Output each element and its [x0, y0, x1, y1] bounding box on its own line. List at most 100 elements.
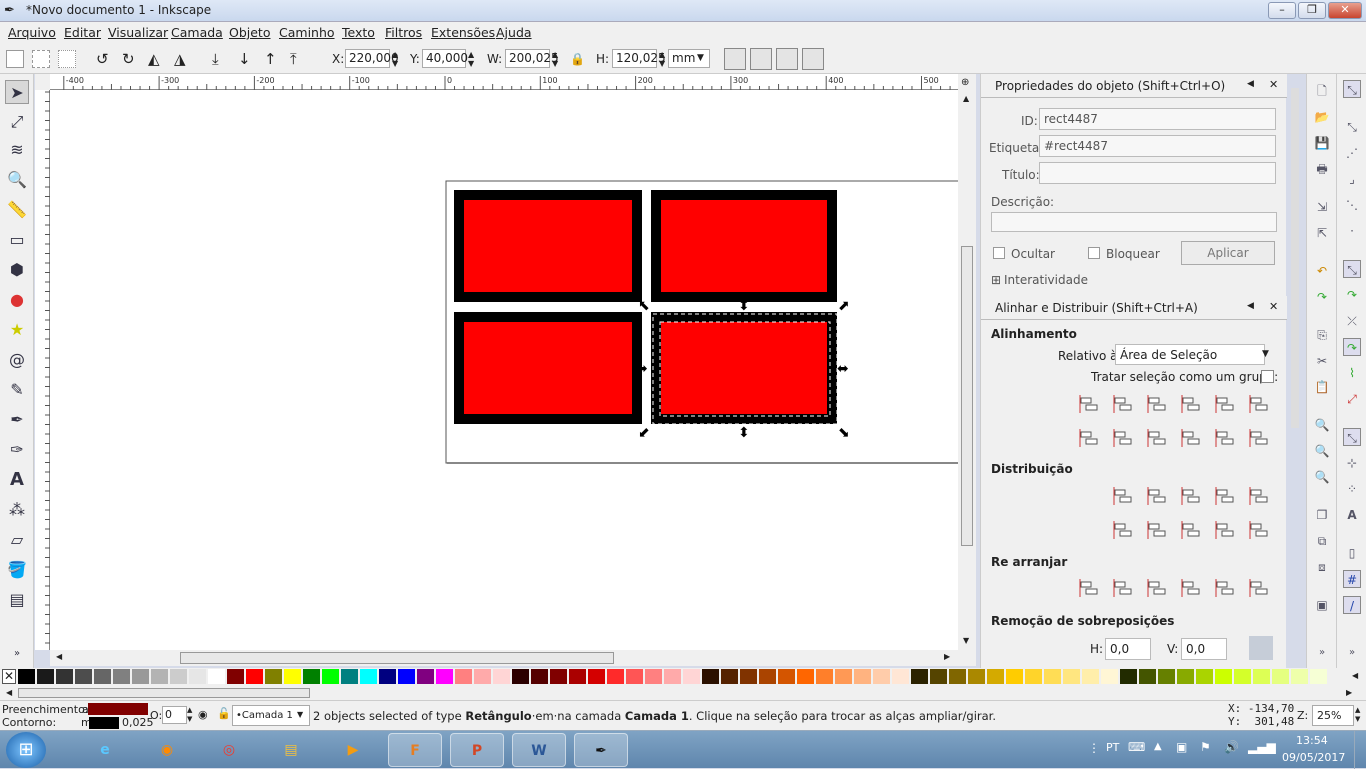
palette-swatch[interactable]	[873, 669, 890, 684]
expand-toolbox-icon[interactable]: »	[5, 642, 29, 666]
zoom-drawing-icon[interactable]: 🔍	[1313, 442, 1331, 460]
save-icon[interactable]: 💾	[1313, 134, 1331, 152]
taskbar-powerpoint[interactable]: P	[450, 733, 504, 767]
menu-visualizar[interactable]: Visualizar	[108, 25, 168, 40]
relativo-select[interactable]: Área de Seleção	[1115, 344, 1265, 365]
hscroll-thumb[interactable]	[180, 652, 614, 664]
palette-swatch[interactable]	[949, 669, 966, 684]
palette-scroll-right-icon[interactable]: ▶	[1346, 688, 1352, 697]
show-hidden-icons-icon[interactable]: ▲	[1154, 741, 1162, 752]
volume-icon[interactable]: 🔊	[1224, 740, 1239, 754]
measure-tool-icon[interactable]: 📏	[5, 198, 29, 222]
exchange-clockwise-icon[interactable]	[1179, 576, 1203, 600]
3dbox-tool-icon[interactable]: ⬢	[5, 258, 29, 282]
distribute-baseline-v-icon[interactable]	[1247, 518, 1271, 542]
distribute-gap-v-icon[interactable]	[1213, 518, 1237, 542]
palette-swatch[interactable]	[436, 669, 453, 684]
palette-swatch[interactable]	[417, 669, 434, 684]
flip-vertical-icon[interactable]: ◮	[174, 50, 192, 68]
etiqueta-field[interactable]: #rect4487	[1039, 135, 1276, 157]
palette-swatch[interactable]	[968, 669, 985, 684]
exchange-positions-icon[interactable]	[1111, 576, 1135, 600]
paste-icon[interactable]: 📋	[1313, 378, 1331, 396]
snap-toggle-icon[interactable]: ⤡	[1343, 80, 1361, 98]
palette-swatch[interactable]	[1082, 669, 1099, 684]
rect-top-left[interactable]	[454, 190, 642, 302]
rect-bottom-right[interactable]	[651, 312, 837, 424]
fill-swatch[interactable]	[88, 703, 148, 715]
duplicate-icon[interactable]: ❐	[1313, 506, 1331, 524]
snap-bbox-corner-icon[interactable]: ⌟	[1343, 170, 1361, 188]
descricao-field[interactable]	[991, 212, 1277, 232]
zoom-selection-icon[interactable]: 🔍	[1313, 416, 1331, 434]
unlink-clone-icon[interactable]: ⧈	[1313, 558, 1331, 576]
x-spin[interactable]: ▲ ▼	[392, 50, 398, 68]
palette-swatch[interactable]	[930, 669, 947, 684]
unclump-icon[interactable]	[1247, 576, 1271, 600]
keyboard-icon[interactable]: ⌨	[1128, 740, 1145, 754]
palette-swatch[interactable]	[208, 669, 225, 684]
palette-swatch[interactable]	[170, 669, 187, 684]
menu-arquivo[interactable]: Arquivo	[8, 25, 56, 40]
y-spin[interactable]: ▲ ▼	[468, 50, 474, 68]
lock-layer-icon[interactable]: 🔓	[217, 707, 231, 720]
select-all-icon[interactable]	[6, 50, 24, 68]
palette-swatch[interactable]	[664, 669, 681, 684]
palette-swatch[interactable]	[1025, 669, 1042, 684]
palette-swatch[interactable]	[360, 669, 377, 684]
snap-intersection-icon[interactable]: ⤫	[1343, 312, 1361, 330]
align-text-baseline-icon[interactable]	[1247, 392, 1271, 416]
no-paint-swatch[interactable]: ✕	[2, 669, 16, 684]
palette-swatch[interactable]	[132, 669, 149, 684]
palette-swatch[interactable]	[113, 669, 130, 684]
zoom-corner-icon[interactable]: ⊕	[961, 77, 969, 88]
scroll-down-icon[interactable]: ▼	[963, 636, 969, 645]
id-field[interactable]: rect4487	[1039, 108, 1276, 130]
scroll-right-icon[interactable]: ▶	[944, 652, 950, 661]
distribute-bottom-icon[interactable]	[1179, 518, 1203, 542]
horizontal-scrollbar[interactable]: ◀ ▶	[50, 650, 976, 666]
palette-swatch[interactable]	[512, 669, 529, 684]
zoom-page-icon[interactable]: 🔍	[1313, 468, 1331, 486]
bloquear-checkbox[interactable]	[1088, 247, 1100, 259]
palette-swatch[interactable]	[189, 669, 206, 684]
taskbar-media-player[interactable]: ▶	[326, 733, 380, 767]
palette-swatch[interactable]	[379, 669, 396, 684]
palette-swatch[interactable]	[797, 669, 814, 684]
zoom-tool-icon[interactable]: 🔍	[5, 168, 29, 192]
h-spin[interactable]: ▲ ▼	[659, 50, 665, 68]
palette-swatch[interactable]	[607, 669, 624, 684]
distribute-gap-h-icon[interactable]	[1213, 484, 1237, 508]
snap-grid-icon[interactable]: #	[1343, 570, 1361, 588]
snap-rotation-icon[interactable]: ⊹	[1343, 454, 1361, 472]
palette-swatch[interactable]	[246, 669, 263, 684]
selector-tool-icon[interactable]: ➤	[5, 80, 29, 104]
flip-horizontal-icon[interactable]: ◭	[148, 50, 166, 68]
palette-swatch[interactable]	[151, 669, 168, 684]
copy-icon[interactable]: ⎘	[1313, 326, 1331, 344]
bucket-tool-icon[interactable]: 🪣	[5, 558, 29, 582]
snap-text-icon[interactable]: A	[1343, 506, 1361, 524]
palette-swatch[interactable]	[1044, 669, 1061, 684]
snap-path-icon[interactable]: ↷	[1343, 286, 1361, 304]
snap-bbox-icon[interactable]: ⤡	[1343, 118, 1361, 136]
palette-swatch[interactable]	[645, 669, 662, 684]
palette-swatch[interactable]	[265, 669, 282, 684]
redo-icon[interactable]: ↷	[1313, 288, 1331, 306]
close-icon[interactable]: ✕	[1269, 78, 1278, 91]
snap-nodes-icon[interactable]: ⤡	[1343, 260, 1361, 278]
new-document-icon[interactable]: 🗋	[1313, 82, 1331, 100]
rect-bottom-left[interactable]	[454, 312, 642, 424]
palette-swatch[interactable]	[816, 669, 833, 684]
minimize-button[interactable]: –	[1268, 2, 1296, 19]
palette-swatch[interactable]	[1272, 669, 1289, 684]
device-icon[interactable]: ▣	[1176, 740, 1187, 754]
taskbar-inkscape[interactable]: ✒	[574, 733, 628, 767]
align-left-icon[interactable]	[1111, 392, 1135, 416]
overlap-v-input[interactable]: 0,0	[1181, 638, 1227, 660]
palette-swatch[interactable]	[1063, 669, 1080, 684]
vscroll-thumb[interactable]	[961, 246, 973, 546]
palette-swatch[interactable]	[721, 669, 738, 684]
palette-swatch[interactable]	[740, 669, 757, 684]
star-tool-icon[interactable]: ★	[5, 318, 29, 342]
